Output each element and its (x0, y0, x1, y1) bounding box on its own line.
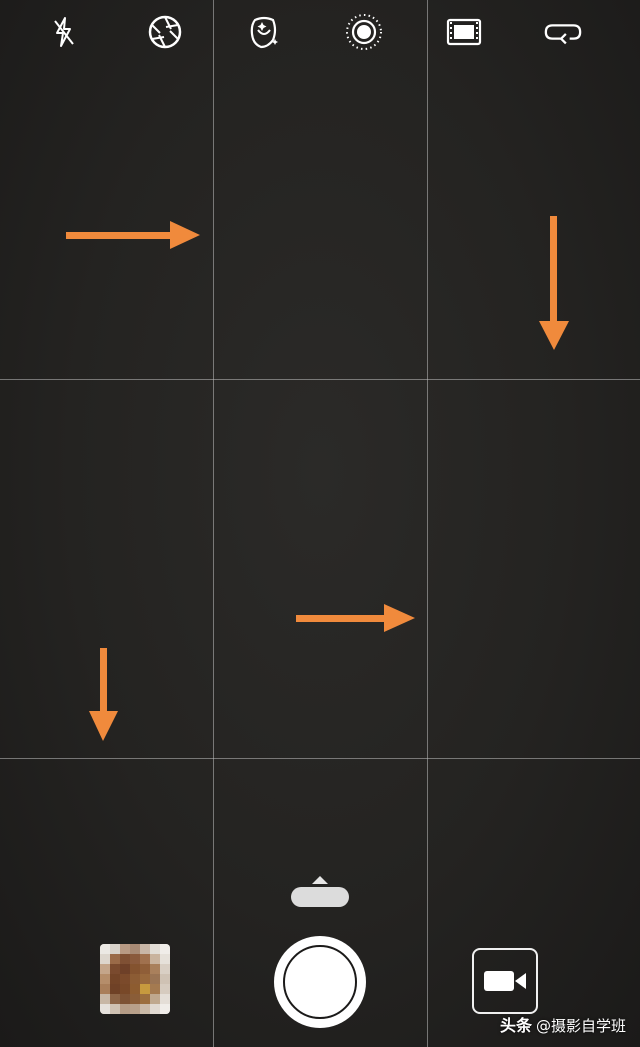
handle-pill (291, 887, 349, 907)
aperture-button[interactable] (145, 12, 185, 52)
live-photo-button[interactable] (344, 12, 384, 52)
loop-button[interactable] (543, 12, 583, 52)
watermark-handle: @摄影自学班 (535, 1017, 626, 1035)
grid-line-vertical-1 (213, 0, 214, 1047)
annotation-arrow-right-1 (66, 221, 200, 249)
filmstrip-icon (446, 18, 482, 46)
annotation-arrow-down-1 (539, 216, 569, 350)
flash-off-icon (54, 17, 74, 47)
shutter-inner-ring (283, 945, 357, 1019)
video-camera-icon (484, 971, 526, 991)
watermark: 头条 @摄影自学班 (500, 1012, 626, 1036)
aperture-icon (148, 15, 182, 49)
video-mode-button[interactable] (472, 948, 538, 1014)
grid-line-horizontal-1 (0, 379, 640, 380)
live-photo-icon (346, 14, 382, 50)
chevron-up-icon (312, 876, 328, 884)
beauty-button[interactable] (244, 12, 284, 52)
grid-line-horizontal-2 (0, 758, 640, 759)
camera-options-handle[interactable] (291, 876, 349, 908)
beauty-icon (250, 16, 278, 49)
thumbnail-image (100, 944, 170, 1014)
annotation-arrow-down-2 (89, 648, 118, 741)
watermark-brand: 头条 (499, 1016, 532, 1035)
loop-icon (544, 24, 582, 45)
filmstrip-button[interactable] (444, 12, 484, 52)
annotation-arrow-right-2 (296, 604, 415, 632)
gallery-thumbnail[interactable] (100, 944, 170, 1014)
grid-line-vertical-2 (427, 0, 428, 1047)
flash-off-button[interactable] (44, 12, 84, 52)
shutter-button[interactable] (274, 936, 366, 1028)
